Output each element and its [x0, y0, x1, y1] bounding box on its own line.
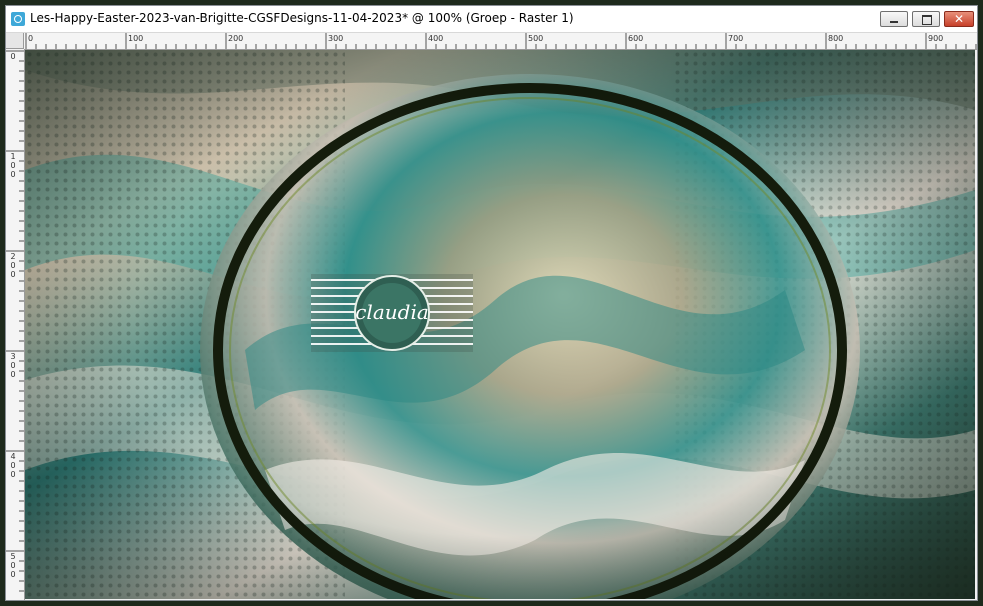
- ruler-top-label: 500: [528, 34, 544, 43]
- ruler-top-label: 600: [628, 34, 644, 43]
- image-window: Les-Happy-Easter-2023-van-Brigitte-CGSFD…: [5, 5, 978, 601]
- artwork: claudia: [25, 50, 975, 599]
- vignette: [25, 50, 975, 599]
- ruler-left-label: 0: [10, 561, 16, 570]
- vertical-ruler-ticks: [6, 50, 24, 592]
- close-button[interactable]: ✕: [944, 11, 974, 27]
- window-title: Les-Happy-Easter-2023-van-Brigitte-CGSFD…: [30, 11, 574, 25]
- ruler-left-label: 2: [10, 252, 16, 261]
- minimize-button[interactable]: [880, 11, 908, 27]
- ruler-left-label: 0: [10, 570, 16, 579]
- image-canvas[interactable]: claudia: [25, 50, 975, 599]
- ruler-left-label: 0: [10, 461, 16, 470]
- ruler-left-label: 0: [10, 361, 16, 370]
- app-icon: [11, 12, 25, 26]
- ruler-top-label: 400: [428, 34, 444, 43]
- ruler-corner: [6, 33, 24, 49]
- ruler-left-label: 0: [10, 170, 16, 179]
- watermark-logo: claudia: [311, 274, 473, 352]
- title-bar[interactable]: Les-Happy-Easter-2023-van-Brigitte-CGSFD…: [6, 6, 977, 33]
- ruler-left-label: 0: [10, 261, 16, 270]
- watermark-text: claudia: [355, 300, 429, 324]
- ruler-left-label: 0: [10, 52, 16, 61]
- ruler-left-label: 5: [10, 552, 16, 561]
- ruler-left-label: 3: [10, 352, 16, 361]
- ruler-top-label: 800: [828, 34, 844, 43]
- ruler-top-label: 700: [728, 34, 744, 43]
- ruler-left-label: 0: [10, 370, 16, 379]
- maximize-button[interactable]: [912, 11, 940, 27]
- ruler-left-label: 1: [10, 152, 16, 161]
- ruler-top-label: 300: [328, 34, 344, 43]
- ruler-top-label: 200: [228, 34, 244, 43]
- horizontal-ruler[interactable]: 0 100 200 300 400 500 600 700 800 900: [24, 33, 977, 50]
- ruler-left-label: 0: [10, 270, 16, 279]
- ruler-left-label: 4: [10, 452, 16, 461]
- ruler-top-label: 900: [928, 34, 944, 43]
- ruler-left-label: 0: [10, 470, 16, 479]
- ruler-top-label: 0: [28, 34, 34, 43]
- ruler-left-label: 0: [10, 161, 16, 170]
- vertical-ruler[interactable]: 0 1 0 0 2 0 0 3 0 0 4 0 0 5 0 0: [6, 49, 25, 600]
- close-icon: ✕: [953, 12, 965, 26]
- ruler-top-label: 100: [128, 34, 144, 43]
